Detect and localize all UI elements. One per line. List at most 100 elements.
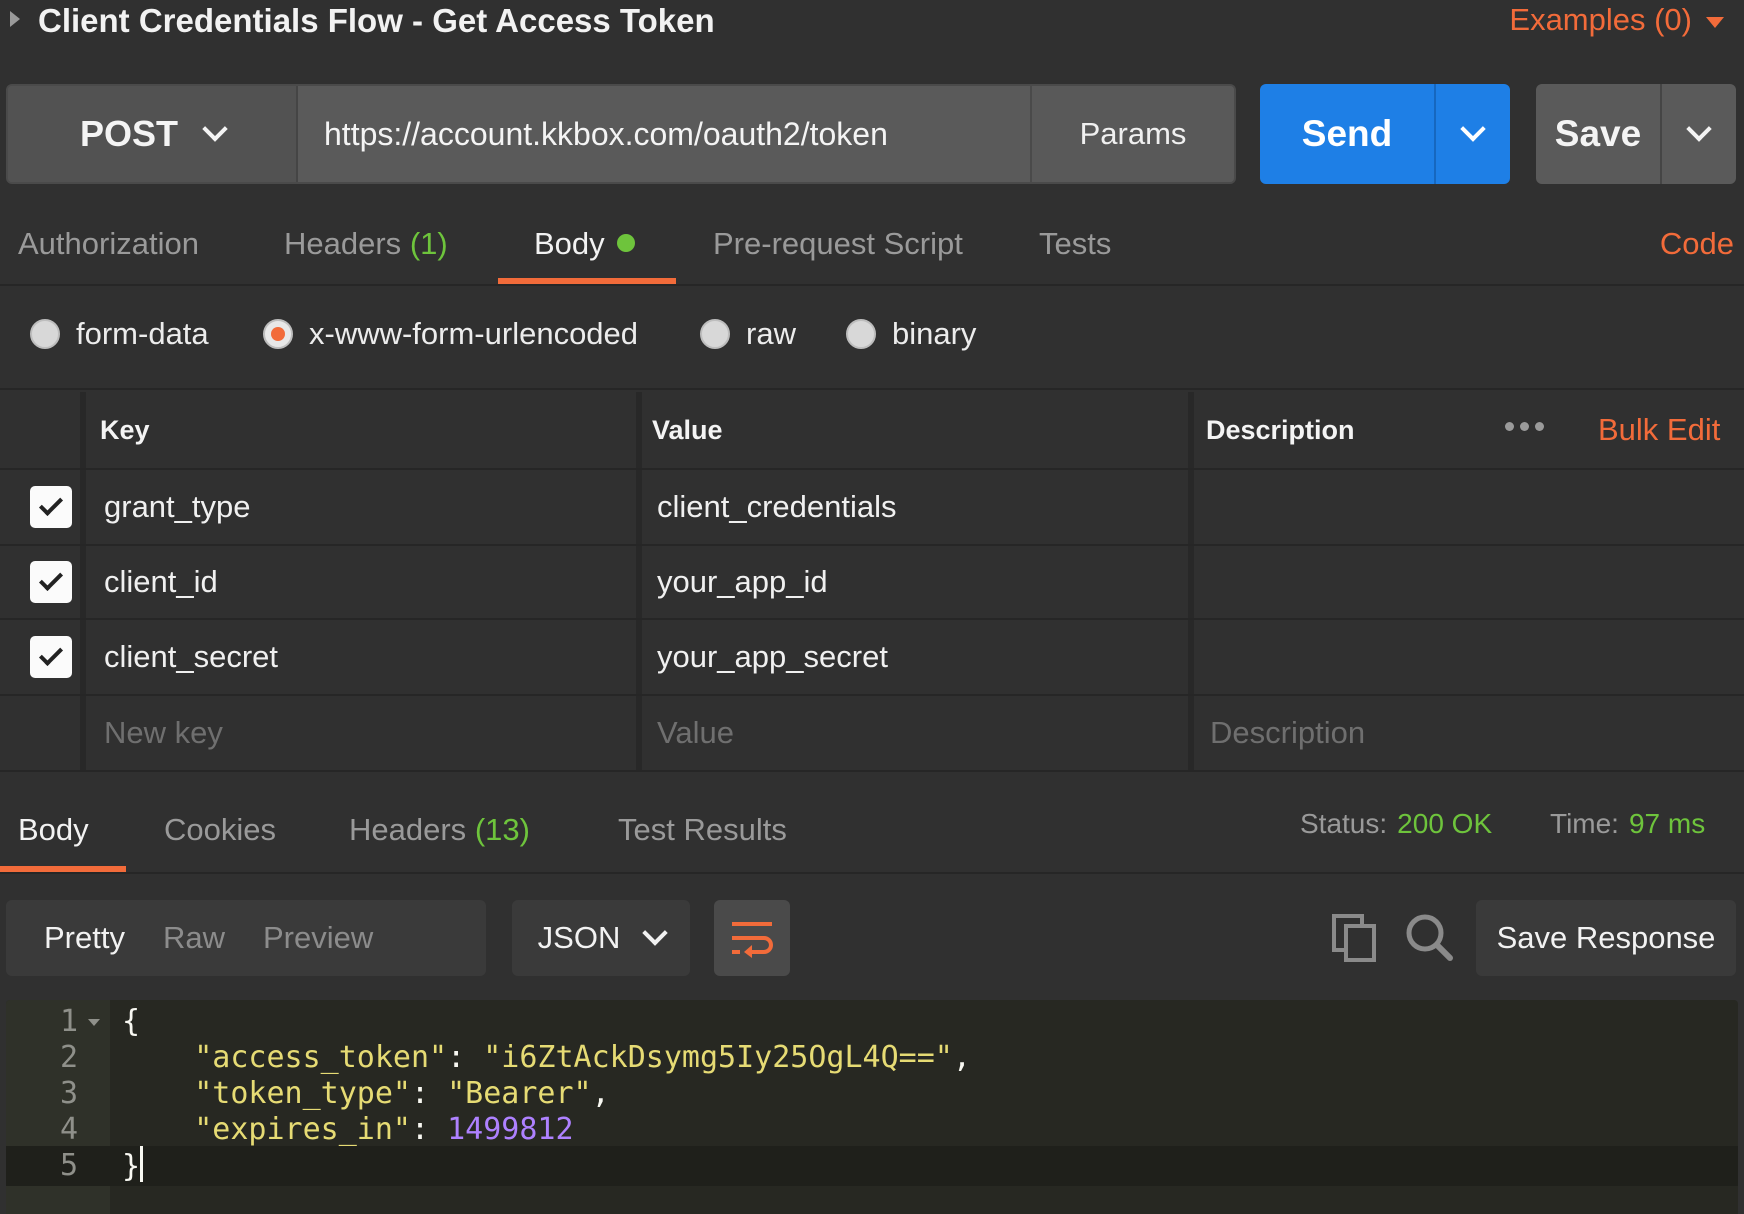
tab-authorization[interactable]: Authorization bbox=[18, 226, 199, 262]
code-line: 1 { bbox=[6, 1002, 1738, 1042]
response-tabs: Body Cookies Headers (13) Test Results S… bbox=[0, 772, 1744, 874]
active-tab-indicator bbox=[498, 278, 676, 284]
radio-label: x-www-form-urlencoded bbox=[309, 316, 639, 351]
key-input[interactable]: grant_type bbox=[104, 470, 251, 544]
new-description-input[interactable]: Description bbox=[1210, 696, 1365, 770]
new-value-input[interactable]: Value bbox=[657, 696, 734, 770]
check-icon bbox=[38, 491, 64, 517]
response-format-select[interactable]: JSON bbox=[512, 900, 690, 976]
value-input[interactable]: client_credentials bbox=[657, 470, 897, 544]
tab-label: Pre-request Script bbox=[713, 226, 963, 261]
tab-label: Tests bbox=[1039, 226, 1112, 261]
body-type-radio-group: form-data x-www-form-urlencoded raw bina… bbox=[0, 288, 1744, 390]
url-input[interactable]: https://account.kkbox.com/oauth2/token bbox=[298, 86, 1030, 182]
request-title-row: Client Credentials Flow - Get Access Tok… bbox=[0, 0, 1744, 46]
request-url-bar: POST https://account.kkbox.com/oauth2/to… bbox=[6, 84, 1236, 184]
key-input[interactable]: client_id bbox=[104, 546, 218, 618]
json-key: "token_type" bbox=[194, 1076, 411, 1111]
radio-button[interactable] bbox=[30, 319, 60, 349]
key-input[interactable]: client_secret bbox=[104, 620, 278, 694]
chevron-down-icon bbox=[1686, 116, 1712, 142]
line-number: 3 bbox=[59, 1076, 78, 1111]
expand-caret-icon[interactable] bbox=[10, 11, 20, 27]
checkbox-checked[interactable] bbox=[30, 486, 72, 528]
row-enabled-checkbox[interactable] bbox=[30, 620, 72, 694]
line-number: 5 bbox=[59, 1148, 78, 1183]
tab-body[interactable]: Body bbox=[534, 226, 635, 262]
view-raw-button[interactable]: Raw bbox=[125, 920, 225, 956]
radio-label: form-data bbox=[76, 316, 209, 351]
view-pretty-button[interactable]: Pretty bbox=[6, 920, 125, 956]
table-header: Key Value Description Bulk Edit bbox=[0, 392, 1744, 470]
search-icon[interactable] bbox=[1404, 912, 1454, 962]
json-number: 1499812 bbox=[447, 1112, 574, 1147]
save-options-button[interactable] bbox=[1660, 84, 1736, 184]
examples-dropdown[interactable]: Examples (0) bbox=[1509, 2, 1724, 38]
value-input[interactable]: your_app_secret bbox=[657, 620, 888, 694]
view-preview-button[interactable]: Preview bbox=[225, 920, 373, 956]
status-value: 200 OK bbox=[1397, 808, 1493, 839]
column-header-description: Description bbox=[1206, 414, 1355, 445]
radio-button[interactable] bbox=[846, 319, 876, 349]
json-brace: { bbox=[122, 1004, 141, 1039]
code-link[interactable]: Code bbox=[1660, 226, 1734, 262]
json-key: "expires_in" bbox=[194, 1112, 411, 1147]
table-row: client_secret your_app_secret bbox=[0, 620, 1744, 696]
text-cursor bbox=[140, 1146, 144, 1182]
chevron-down-icon bbox=[1460, 116, 1486, 142]
tab-pre-request-script[interactable]: Pre-request Script bbox=[713, 226, 963, 262]
fold-toggle-icon[interactable] bbox=[88, 1019, 100, 1026]
value-input[interactable]: your_app_id bbox=[657, 546, 828, 618]
copy-icon[interactable] bbox=[1332, 914, 1378, 962]
request-title[interactable]: Client Credentials Flow - Get Access Tok… bbox=[38, 2, 715, 40]
send-options-button[interactable] bbox=[1434, 84, 1510, 184]
radio-raw[interactable]: raw bbox=[700, 316, 796, 352]
save-response-button[interactable]: Save Response bbox=[1476, 900, 1736, 976]
method-select[interactable]: POST bbox=[8, 86, 298, 182]
save-button-group: Save bbox=[1536, 84, 1736, 184]
table-row-new: New key Value Description bbox=[0, 696, 1744, 772]
tab-label: Headers bbox=[284, 226, 402, 261]
wrap-lines-button[interactable] bbox=[714, 900, 790, 976]
tab-headers[interactable]: Headers (1) bbox=[284, 226, 448, 262]
new-key-input[interactable]: New key bbox=[104, 696, 223, 770]
table-row: grant_type client_credentials bbox=[0, 470, 1744, 546]
check-icon bbox=[38, 641, 64, 667]
row-enabled-checkbox[interactable] bbox=[30, 546, 72, 618]
chevron-down-icon bbox=[202, 116, 228, 142]
radio-form-data[interactable]: form-data bbox=[30, 316, 209, 352]
row-enabled-checkbox[interactable] bbox=[30, 470, 72, 544]
status-label: Status: bbox=[1300, 808, 1388, 839]
send-button[interactable]: Send bbox=[1260, 84, 1434, 184]
checkbox-checked[interactable] bbox=[30, 636, 72, 678]
response-tab-cookies[interactable]: Cookies bbox=[164, 812, 276, 848]
checkbox-checked[interactable] bbox=[30, 561, 72, 603]
request-tabs: Authorization Headers (1) Body Pre-reque… bbox=[0, 212, 1744, 286]
radio-button[interactable] bbox=[700, 319, 730, 349]
radio-binary[interactable]: binary bbox=[846, 316, 976, 352]
more-options-icon[interactable] bbox=[1505, 422, 1544, 431]
params-button[interactable]: Params bbox=[1030, 86, 1234, 182]
chevron-down-icon bbox=[642, 920, 669, 946]
response-tab-test-results[interactable]: Test Results bbox=[618, 812, 787, 848]
radio-button-selected[interactable] bbox=[263, 319, 293, 349]
tab-label: Headers bbox=[349, 812, 467, 847]
column-header-value: Value bbox=[652, 414, 723, 445]
radio-x-www-form-urlencoded[interactable]: x-www-form-urlencoded bbox=[263, 316, 638, 352]
examples-label: Examples (0) bbox=[1509, 2, 1692, 37]
tab-tests[interactable]: Tests bbox=[1039, 226, 1111, 262]
response-tab-body[interactable]: Body bbox=[18, 812, 89, 848]
column-header-key: Key bbox=[100, 414, 150, 445]
response-body-editor[interactable]: 1 { 2 "access_token": "i6ZtAckDsymg5Iy25… bbox=[6, 1000, 1738, 1214]
wrap-lines-icon bbox=[732, 922, 773, 958]
active-tab-indicator bbox=[0, 866, 126, 872]
save-button[interactable]: Save bbox=[1536, 84, 1660, 184]
tab-label: Authorization bbox=[18, 226, 199, 261]
caret-down-icon bbox=[1706, 16, 1724, 28]
radio-label: binary bbox=[892, 316, 977, 351]
response-tab-headers[interactable]: Headers (13) bbox=[349, 812, 530, 848]
format-label: JSON bbox=[537, 920, 621, 955]
code-line: 4 "expires_in": 1499812 bbox=[6, 1110, 1738, 1150]
bulk-edit-link[interactable]: Bulk Edit bbox=[1598, 392, 1720, 468]
radio-label: raw bbox=[746, 316, 796, 351]
